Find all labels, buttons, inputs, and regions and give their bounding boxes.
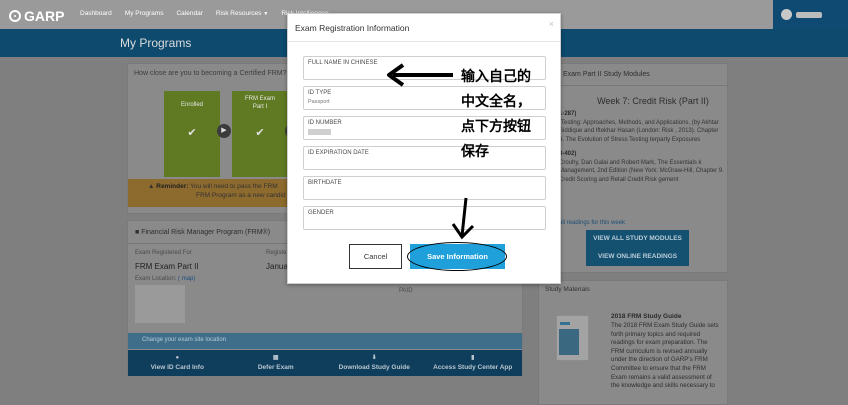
reminder-text-2: FRM Program as a new candid xyxy=(196,192,286,199)
action-label: View ID Card Info xyxy=(150,364,204,371)
step-label: Enrolled xyxy=(180,102,203,108)
brand-name: GARP xyxy=(24,8,65,24)
field-label: ID NUMBER xyxy=(308,120,342,126)
annotation-arrow-down-icon xyxy=(451,197,475,240)
step-frm-part-1: FRM Exam Part I ✔ xyxy=(232,91,288,177)
chevron-down-icon: ▼ xyxy=(263,11,269,17)
field-value: Passport xyxy=(308,99,330,105)
step-enrolled: Enrolled ✔ xyxy=(164,91,220,177)
location-redacted xyxy=(135,285,185,323)
week-title: Week 7: Credit Risk (Part II) xyxy=(597,96,709,106)
value-redacted xyxy=(308,129,331,135)
exam-registered-label: Exam Registered For xyxy=(135,250,192,256)
study-guide-cover[interactable] xyxy=(556,315,589,361)
nav-risk-resources[interactable]: Risk Resources ▼ xyxy=(216,10,268,17)
action-label: Defer Exam xyxy=(257,364,294,371)
action-label: Access Study Center App xyxy=(433,364,513,371)
registration-label: Registe xyxy=(266,250,287,256)
study-materials-header: Study Materials xyxy=(545,286,590,293)
view-id-card-button[interactable]: ● View ID Card Info xyxy=(128,350,227,376)
calendar-icon: ▦ xyxy=(272,355,279,361)
view-all-study-modules-button[interactable]: VIEW ALL STUDY MODULES xyxy=(586,230,689,248)
annotation-text: 输入自己的中文全名，点下方按钮保存 xyxy=(461,69,531,160)
reading-ref: 3-402) xyxy=(559,151,577,157)
field-label: ID TYPE xyxy=(308,90,332,96)
cover-block xyxy=(559,329,579,355)
checkmark-icon: ✔ xyxy=(255,127,265,139)
field-label: BIRTHDATE xyxy=(308,180,342,186)
checkmark-icon: ✔ xyxy=(187,127,197,139)
readings-list: 1-287) -Testing: Approaches, Methods, an… xyxy=(559,110,725,184)
gender-field[interactable]: GENDER xyxy=(303,206,546,230)
study-guide-description: The 2018 FRM Exam Study Guide sets forth… xyxy=(611,322,719,390)
access-study-center-button[interactable]: ▮ Access Study Center App xyxy=(424,350,523,376)
field-label: FULL NAME IN CHINESE xyxy=(308,60,378,66)
avatar xyxy=(781,9,792,20)
step-label: FRM Exam Part I xyxy=(245,96,275,110)
study-modules-header: Exam Part II Study Modules xyxy=(539,64,727,86)
frm-card-title: ■ Financial Risk Manager Program (FRM®) xyxy=(135,229,270,236)
reminder-text: You will need to pass the FRM xyxy=(190,183,278,190)
reading-text: Crouhy, Dan Galai and Robert Mark, The E… xyxy=(559,159,724,183)
change-location-link[interactable]: Change your exam site location xyxy=(128,333,522,349)
user-menu[interactable] xyxy=(773,0,848,29)
nav-risk-resources-label: Risk Resources xyxy=(215,10,262,17)
exam-location: Exam Location: ( map) xyxy=(135,276,195,282)
warning-icon: ▲ xyxy=(148,183,155,190)
cover-bar xyxy=(560,322,570,325)
action-label: Download Study Guide xyxy=(338,364,410,371)
progress-title: How close are you to becoming a Certifie… xyxy=(134,70,287,77)
paid-status: PAID xyxy=(399,288,413,294)
annotation-arrow-left-icon xyxy=(387,63,453,87)
download-icon: ⬇ xyxy=(371,355,377,361)
download-study-guide-button[interactable]: ⬇ Download Study Guide xyxy=(325,350,424,376)
map-link[interactable]: ( map) xyxy=(178,276,195,282)
reminder-label: Reminder: xyxy=(156,183,189,190)
annotation-highlight-ellipse xyxy=(407,242,507,271)
page-title: My Programs xyxy=(120,36,192,50)
all-readings-link[interactable]: all readings for this week xyxy=(559,220,625,226)
defer-exam-button[interactable]: ▦ Defer Exam xyxy=(227,350,326,376)
divider xyxy=(288,41,560,42)
registration-value: Janua xyxy=(266,262,288,271)
garp-logo[interactable]: GARP xyxy=(9,8,64,24)
field-label: GENDER xyxy=(308,210,334,216)
modal-title: Exam Registration Information xyxy=(295,23,410,33)
cancel-button[interactable]: Cancel xyxy=(349,244,402,269)
field-label: ID EXPIRATION DATE xyxy=(308,150,369,156)
exam-registered-value: FRM Exam Part II xyxy=(135,262,199,271)
close-icon[interactable]: × xyxy=(549,19,554,29)
nav-dashboard[interactable]: Dashboard xyxy=(80,10,112,17)
reading-ref: 1-287) xyxy=(559,111,577,117)
play-arrow-icon: ▶ xyxy=(217,124,231,138)
view-online-readings-button[interactable]: VIEW ONLINE READINGS xyxy=(586,248,689,266)
username-redacted xyxy=(796,11,822,18)
frm-title-text: Financial Risk Manager Program (FRM®) xyxy=(141,229,271,236)
study-materials-card: Study Materials 2018 FRM Study Guide The… xyxy=(538,280,728,405)
reading-text: -Testing: Approaches, Methods, and Appli… xyxy=(559,119,719,143)
person-icon: ● xyxy=(175,355,180,361)
garp-logo-icon xyxy=(9,10,21,22)
study-modules-card: Exam Part II Study Modules Week 7: Credi… xyxy=(538,63,728,273)
birthdate-field[interactable]: BIRTHDATE xyxy=(303,176,546,200)
action-bar: ● View ID Card Info ▦ Defer Exam ⬇ Downl… xyxy=(128,350,522,376)
study-guide-title[interactable]: 2018 FRM Study Guide xyxy=(611,313,681,320)
book-icon: ■ xyxy=(135,229,140,236)
nav-calendar[interactable]: Calendar xyxy=(176,10,202,17)
exam-location-label: Exam Location: xyxy=(135,276,177,282)
app-icon: ▮ xyxy=(471,355,475,361)
nav-my-programs[interactable]: My Programs xyxy=(125,10,164,17)
